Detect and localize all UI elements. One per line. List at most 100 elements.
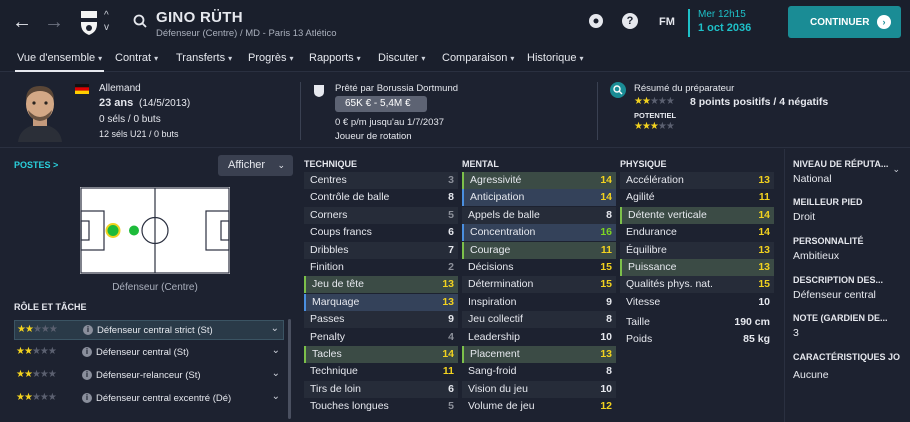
attribute-row[interactable]: Agressivité 14 — [462, 172, 616, 189]
player-info-strip: Allemand 23 ans (14/5/2013) 0 séls / 0 b… — [0, 72, 910, 148]
show-dropdown-label: Afficher — [228, 159, 266, 171]
attribute-row[interactable]: Agilité 11 — [620, 189, 774, 206]
attribute-row[interactable]: Tacles 14 — [304, 346, 458, 363]
search-icon[interactable] — [133, 14, 147, 28]
position-pitch[interactable] — [80, 187, 230, 274]
attribute-row[interactable]: Vision du jeu 10 — [462, 380, 616, 398]
continue-button[interactable]: CONTINUER › — [788, 6, 901, 38]
role-stars: ★★★★★ — [16, 369, 57, 380]
attribute-value: 11 — [758, 191, 770, 204]
tab-progress[interactable]: Progrès ▾ — [248, 52, 294, 64]
top-bar: ← → ^ v GINO RÜTH Défenseur (Centre) / MD… — [0, 0, 910, 46]
info-icon[interactable]: i — [82, 393, 92, 403]
show-dropdown[interactable]: Afficher ⌄ — [218, 155, 293, 176]
attribute-row[interactable]: Penalty 4 — [304, 329, 458, 346]
personality-title: PERSONNALITÉ — [793, 236, 864, 246]
role-row[interactable]: ★★★★★ i Défenseur central (St) ⌄ — [14, 343, 284, 363]
attribute-value: 13 — [600, 348, 612, 360]
attribute-row[interactable]: Corners 5 — [304, 206, 458, 224]
help-icon[interactable]: ? — [622, 13, 638, 29]
positions-title[interactable]: POSTES > — [14, 160, 58, 170]
attribute-row[interactable]: Tirs de loin 6 — [304, 380, 458, 398]
attribute-row[interactable]: Sang-froid 8 — [462, 363, 616, 380]
role-row[interactable]: ★★★★★ i Défenseur central excentré (Dé) … — [14, 389, 284, 409]
attribute-row[interactable]: Dribbles 7 — [304, 241, 458, 259]
value-range-badge[interactable]: 65K € - 5,4M € — [335, 96, 427, 112]
attribute-row[interactable]: Appels de balle 8 — [462, 206, 616, 224]
attribute-row[interactable]: Détermination 15 — [462, 276, 616, 294]
attribute-row[interactable]: Jeu collectif 8 — [462, 311, 616, 329]
player-portrait — [18, 86, 62, 142]
tab-history[interactable]: Historique ▾ — [527, 52, 584, 64]
chevron-down-icon[interactable]: ⌄ — [272, 345, 280, 356]
loan-info[interactable]: Prêté par Borussia Dortmund — [335, 83, 458, 94]
chevron-down-icon[interactable]: ⌄ — [272, 391, 280, 402]
attribute-row[interactable]: Coups francs 6 — [304, 224, 458, 241]
attribute-row[interactable]: Vitesse 10 — [620, 294, 774, 311]
fm-logo[interactable]: FM — [659, 16, 675, 28]
attribute-row[interactable]: Marquage 13 — [304, 293, 458, 311]
attribute-row[interactable]: Contrôle de balle 8 — [304, 189, 458, 206]
attribute-row[interactable]: Jeu de tête 13 — [304, 276, 458, 294]
tab-transfers[interactable]: Transferts ▾ — [176, 52, 232, 64]
forward-arrow-icon[interactable]: → — [44, 12, 64, 32]
attribute-value: 4 — [448, 330, 454, 343]
attribute-row[interactable]: Qualités phys. nat. 15 — [620, 276, 774, 294]
chevron-down-icon[interactable]: ⌄ — [892, 164, 900, 175]
attribute-value: 13 — [758, 174, 770, 186]
football-icon[interactable] — [588, 13, 604, 29]
attribute-row[interactable]: Puissance 13 — [620, 259, 774, 276]
attribute-row[interactable]: Finition 2 — [304, 259, 458, 276]
club-crest-icon[interactable] — [80, 10, 98, 36]
scrollbar[interactable] — [288, 319, 291, 419]
squad-status: Joueur de rotation — [335, 131, 412, 142]
chevron-down-icon[interactable]: ⌄ — [271, 323, 279, 334]
attribute-row[interactable]: Équilibre 13 — [620, 241, 774, 259]
attribute-row[interactable]: Endurance 14 — [620, 224, 774, 241]
attribute-row[interactable]: Décisions 15 — [462, 259, 616, 276]
tab-reports[interactable]: Rapports ▾ — [309, 52, 361, 64]
attribute-name: Équilibre — [626, 243, 667, 256]
player-subtitle[interactable]: Défenseur (Centre) / MD - Paris 13 Atlét… — [156, 28, 337, 39]
attribute-row[interactable]: Concentration 16 — [462, 224, 616, 242]
nationality[interactable]: Allemand — [99, 83, 141, 94]
role-name: Défenseur central excentré (Dé) — [96, 393, 232, 404]
loan-club-crest-icon[interactable] — [314, 85, 324, 97]
attribute-name: Jeu de tête — [312, 278, 364, 291]
attribute-row[interactable]: Volume de jeu 12 — [462, 398, 616, 415]
attribute-row[interactable]: Centres 3 — [304, 172, 458, 189]
attribute-name: Dribbles — [310, 243, 349, 256]
role-row[interactable]: ★★★★★ i Défenseur central strict (St) ⌄ — [14, 320, 284, 340]
attribute-row[interactable]: Passes 9 — [304, 311, 458, 329]
back-arrow-icon[interactable]: ← — [12, 12, 32, 32]
attribute-row[interactable]: Anticipation 14 — [462, 189, 616, 207]
attribute-value: 7 — [448, 243, 454, 256]
info-icon[interactable]: i — [82, 370, 92, 380]
date-time: Mer 12h15 — [698, 9, 746, 20]
tab-overview[interactable]: Vue d'ensemble ▾ — [14, 52, 105, 72]
attribute-row[interactable]: Détente verticale 14 — [620, 206, 774, 224]
info-icon[interactable]: i — [83, 325, 93, 335]
scout-report-icon[interactable] — [610, 82, 626, 98]
chevron-down-icon: ▾ — [356, 54, 361, 63]
info-icon[interactable]: i — [82, 347, 92, 357]
tab-contract[interactable]: Contrat ▾ — [115, 52, 158, 64]
attribute-value: 11 — [600, 243, 612, 256]
role-row[interactable]: ★★★★★ i Défenseur-relanceur (St) ⌄ — [14, 366, 284, 386]
tab-discuss[interactable]: Discuter ▾ — [378, 52, 425, 64]
attribute-row[interactable]: Leadership 10 — [462, 329, 616, 346]
attribute-name: Jeu collectif — [468, 313, 523, 326]
current-ability-stars: ★★★★★ — [634, 96, 675, 107]
attribute-row[interactable]: Technique 11 — [304, 363, 458, 380]
player-switch-chevrons[interactable]: ^ v — [104, 10, 109, 34]
role-stars: ★★★★★ — [17, 324, 58, 335]
attribute-row[interactable]: Inspiration 9 — [462, 294, 616, 311]
attribute-row[interactable]: Touches longues 5 — [304, 398, 458, 415]
attribute-row[interactable]: Courage 11 — [462, 241, 616, 259]
tab-comparison[interactable]: Comparaison ▾ — [442, 52, 514, 64]
chevron-down-icon[interactable]: ⌄ — [272, 368, 280, 379]
attribute-row[interactable]: Placement 13 — [462, 346, 616, 363]
game-date: Mer 12h15 1 oct 2036 — [688, 9, 751, 37]
potential-label: POTENTIEL — [634, 111, 677, 120]
attribute-row[interactable]: Accélération 13 — [620, 172, 774, 189]
